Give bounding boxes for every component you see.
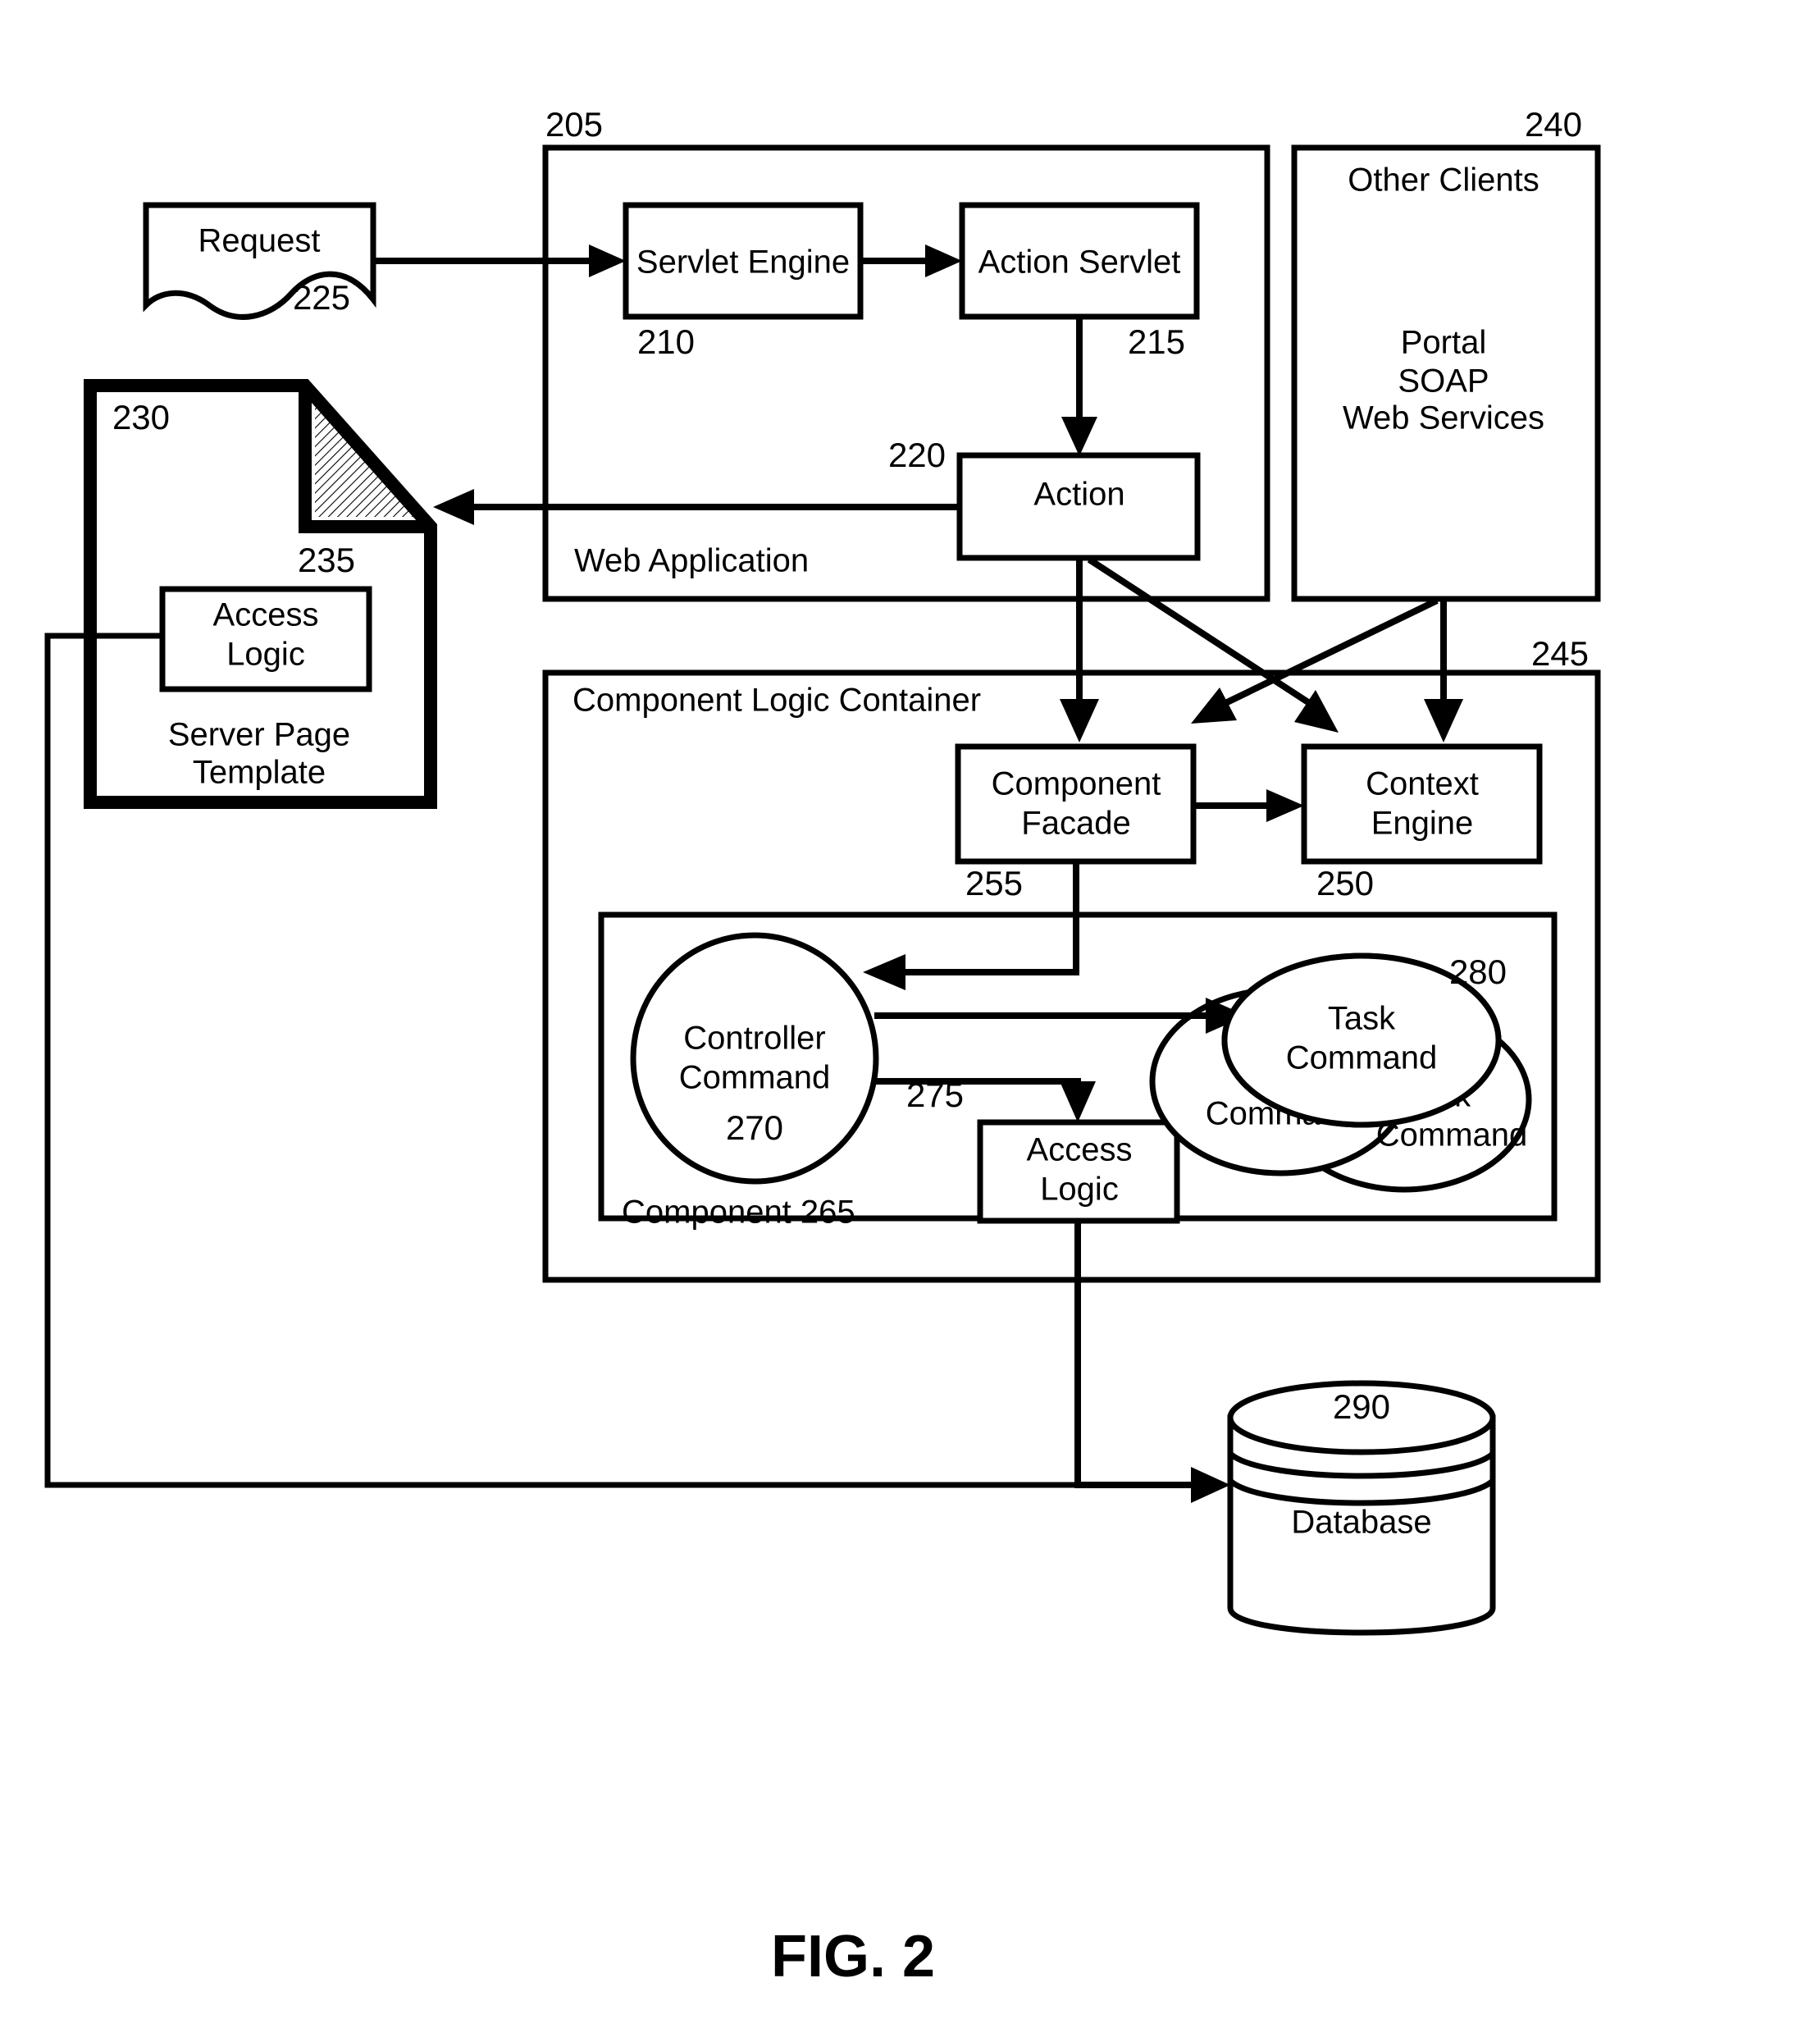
- request-ref: 225: [293, 278, 350, 317]
- arrowhead-request-to-servlet-engine: [589, 244, 626, 277]
- servlet-engine-ref: 210: [637, 322, 695, 361]
- database-label: Database: [1291, 1505, 1431, 1541]
- figure-caption: FIG. 2: [771, 1924, 935, 1989]
- arrowhead-other-clients-to-context-engine: [1424, 699, 1463, 742]
- task-command-front-line1: Task: [1328, 1001, 1396, 1037]
- other-clients-line1: Portal: [1401, 325, 1487, 361]
- context-engine-line2: Engine: [1371, 806, 1474, 842]
- arrowhead-action-to-component-facade: [1060, 699, 1099, 742]
- controller-command-ref: 270: [726, 1108, 783, 1147]
- action-ref: 220: [888, 436, 946, 474]
- web-application-label: Web Application: [574, 543, 809, 579]
- component-facade-ref: 255: [965, 864, 1023, 902]
- component-access-logic-line2: Logic: [1040, 1172, 1119, 1208]
- request-label: Request: [198, 223, 321, 259]
- task-command-ref: 280: [1449, 952, 1507, 991]
- controller-command-line1: Controller: [683, 1021, 825, 1057]
- web-application-ref: 205: [545, 105, 603, 144]
- arrowhead-servlet-engine-to-action-servlet: [925, 244, 962, 277]
- arrowhead-component-facade-to-context-engine: [1266, 789, 1304, 822]
- arrowhead-controller-command-to-access-logic: [1060, 1081, 1096, 1122]
- patent-figure-2: Request 225 205 Web Application Servlet …: [0, 0, 1820, 2042]
- component-label: Component 265: [622, 1195, 855, 1231]
- diagram-canvas: Request 225 205 Web Application Servlet …: [44, 105, 1601, 1989]
- other-clients-ref: 240: [1525, 105, 1582, 144]
- action-servlet-ref: 215: [1128, 322, 1185, 361]
- other-clients-line3: Web Services: [1343, 400, 1544, 436]
- action-label: Action: [1033, 477, 1124, 513]
- server-page-access-logic-line1: Access: [213, 597, 319, 633]
- arrowhead-component-facade-to-controller-command: [863, 954, 905, 990]
- arrowhead-other-clients-to-component-facade: [1191, 688, 1237, 724]
- server-page-template-line1: Server Page: [168, 717, 350, 753]
- web-application-container: [542, 144, 1270, 602]
- server-page-access-logic-ref: 235: [298, 541, 355, 579]
- database-ref: 290: [1333, 1387, 1390, 1426]
- other-clients-line2: SOAP: [1398, 363, 1489, 400]
- component-logic-container-ref: 245: [1531, 634, 1589, 673]
- component-logic-container-label: Component Logic Container: [572, 683, 981, 719]
- task-command-front-line2: Command: [1286, 1040, 1438, 1076]
- component-facade-line2: Facade: [1021, 806, 1130, 842]
- servlet-engine-label: Servlet Engine: [636, 244, 850, 281]
- conn-access-logic-to-database: [1074, 1221, 1209, 1488]
- component-facade-line1: Component: [992, 766, 1161, 802]
- server-page-template-line2: Template: [193, 755, 326, 791]
- conn-other-clients-to-component-facade: [1222, 597, 1439, 707]
- other-clients-label: Other Clients: [1348, 162, 1539, 199]
- context-engine-box: [1301, 743, 1543, 865]
- controller-command-line2: Command: [679, 1060, 831, 1096]
- component-access-logic-line1: Access: [1027, 1132, 1133, 1168]
- server-page-template-ref: 230: [112, 398, 170, 436]
- server-page-access-logic-line2: Logic: [226, 637, 305, 673]
- arrowhead-action-servlet-to-action: [1061, 417, 1097, 456]
- context-engine-line1: Context: [1366, 766, 1479, 802]
- action-servlet-label: Action Servlet: [978, 244, 1181, 281]
- component-facade-box: [955, 743, 1197, 865]
- conn-action-to-context-engine: [1087, 556, 1313, 707]
- context-engine-ref: 250: [1316, 864, 1374, 902]
- component-access-logic-ref: 275: [906, 1076, 964, 1114]
- arrowhead-action-to-server-page-template: [433, 489, 474, 525]
